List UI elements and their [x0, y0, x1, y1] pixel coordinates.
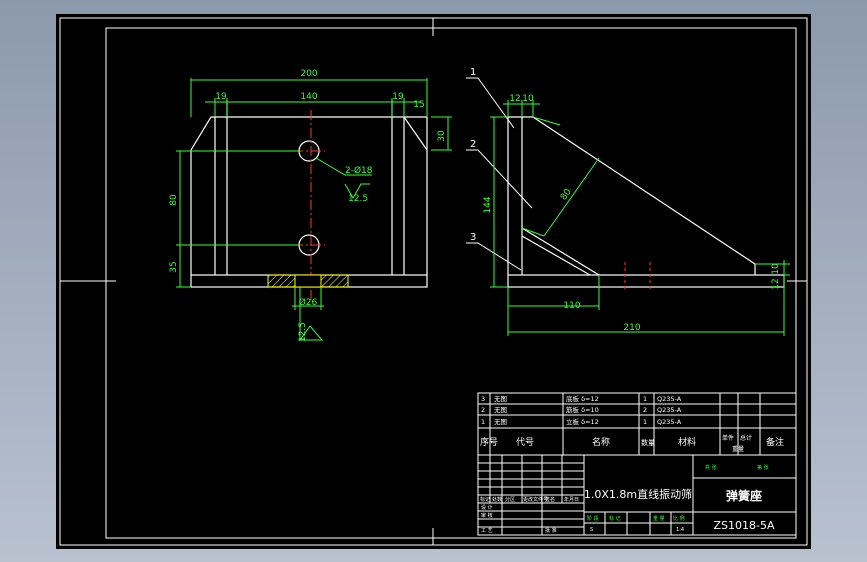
part-3-qty: 1 — [643, 395, 647, 403]
sign-date: 年月日 — [564, 496, 579, 503]
sign-count: 处数 — [492, 496, 502, 503]
part-1-no: 1 — [481, 418, 485, 426]
drawing-name: 弹簧座 — [726, 488, 762, 503]
header-weight: 重量 — [732, 445, 744, 453]
dim-chamfer: 15 — [413, 100, 424, 110]
header-unit-weight: 单件 — [722, 434, 734, 442]
dim-top-b: 10 — [522, 94, 534, 104]
bottom-roughness: 12.5 — [298, 322, 308, 342]
dim-overall-width: 200 — [300, 69, 317, 79]
bore-diameter: Ø26 — [299, 297, 318, 308]
part-3-code: 无图 — [494, 395, 507, 403]
sign-zone: 分区 — [505, 496, 515, 503]
project-name: 1.0X1.8m直线振动筛 — [584, 487, 692, 501]
balloon-3: 3 — [470, 232, 476, 243]
part-1-code: 无图 — [494, 418, 507, 426]
dim-top-a: 12 — [509, 94, 520, 104]
roughness-value: 12.5 — [348, 194, 368, 204]
header-total-weight: 总计 — [740, 434, 752, 442]
hole-callout: 2-Ø18 — [345, 165, 373, 176]
dim-top-height: 30 — [437, 130, 447, 142]
sheet-total: 共 张 — [705, 464, 717, 471]
part-2-material: Q235-A — [657, 406, 682, 414]
header-qty: 数量 — [641, 438, 655, 447]
paper-sheet — [56, 14, 811, 549]
dim-middle-span: 140 — [300, 92, 317, 102]
balloon-2: 2 — [470, 139, 476, 150]
dim-total-length: 210 — [623, 323, 640, 333]
part-2-no: 2 — [481, 406, 485, 414]
part-1-name: 立板 δ=12 — [566, 417, 599, 426]
sign-design: 设 计 — [481, 504, 493, 511]
part-2-code: 无图 — [494, 406, 507, 414]
dim-right-a: 12 — [771, 278, 781, 289]
header-name: 名称 — [592, 436, 610, 448]
dim-left-flange: 19 — [215, 92, 227, 102]
bore-gap — [294, 274, 322, 288]
dim-base-length: 110 — [563, 301, 580, 311]
scale-value: 1:4 — [676, 527, 684, 533]
dim-right-b: 10 — [771, 263, 781, 275]
scale-label: 比 例 — [673, 515, 685, 522]
sign-process: 工 艺 — [481, 528, 493, 534]
header-remark: 备注 — [766, 436, 784, 448]
part-3-name: 底板 δ=12 — [566, 394, 599, 403]
header-seq: 序号 — [480, 436, 498, 448]
sign-approve: 批 准 — [545, 527, 557, 534]
sign-signature: 签名 — [545, 496, 555, 503]
cad-viewport[interactable]: 200 19 140 19 15 30 80 35 2-Ø18 12.5 Ø26… — [0, 0, 867, 562]
stage-value: S — [590, 527, 593, 533]
sheet-current: 第 张 — [757, 464, 769, 471]
weight-label: 重 量 — [653, 515, 665, 522]
part-1-qty: 1 — [643, 418, 647, 426]
dim-hole-spacing: 80 — [169, 194, 179, 206]
balloon-1: 1 — [470, 67, 476, 78]
dim-bottom-height: 35 — [169, 261, 179, 272]
part-1-material: Q235-A — [657, 418, 682, 426]
dim-right-flange: 19 — [392, 92, 404, 102]
part-3-material: Q235-A — [657, 395, 682, 403]
drawing-canvas[interactable]: 200 19 140 19 15 30 80 35 2-Ø18 12.5 Ø26… — [0, 0, 867, 562]
sign-review: 审 核 — [481, 512, 493, 519]
sign-mark: 标记 — [480, 496, 490, 503]
drawing-number: ZS1018-5A — [713, 519, 774, 532]
part-2-name: 筋板 δ=10 — [566, 405, 599, 414]
mark-label: 标 记 — [609, 515, 621, 522]
dim-side-height: 144 — [483, 196, 493, 213]
header-material: 材料 — [678, 436, 696, 448]
header-code: 代号 — [516, 437, 534, 448]
part-2-qty: 2 — [643, 406, 647, 414]
stage-label: 阶 段 — [587, 515, 599, 522]
part-3-no: 3 — [481, 395, 485, 403]
